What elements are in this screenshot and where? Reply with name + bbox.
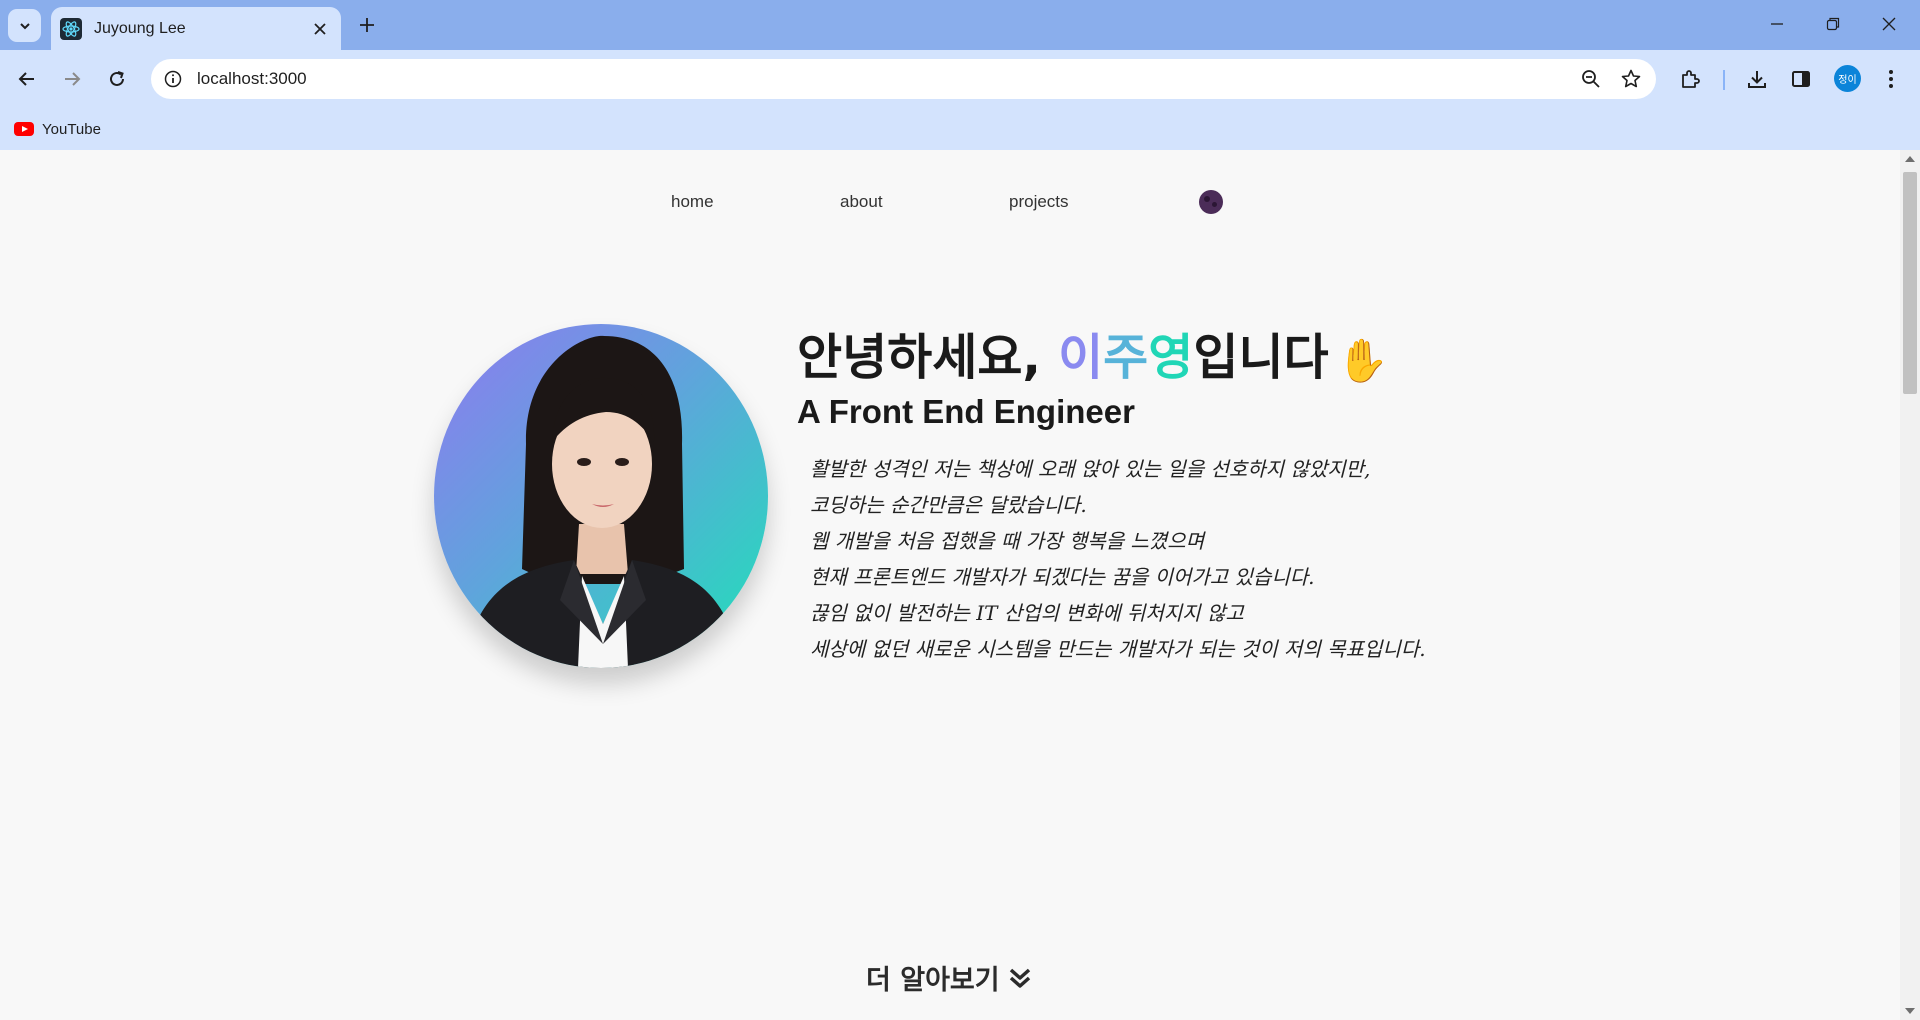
site-nav: home about projects: [0, 188, 1900, 218]
scroll-down-arrow-icon[interactable]: [1905, 1008, 1915, 1014]
url-text[interactable]: localhost:3000: [197, 69, 1574, 89]
double-chevron-down-icon: [1009, 968, 1030, 988]
minimize-icon: [1771, 23, 1783, 25]
back-button[interactable]: [10, 62, 44, 96]
tab-close-button[interactable]: [307, 16, 333, 42]
more-vertical-icon: [1889, 70, 1893, 88]
plus-icon: [360, 18, 374, 32]
puzzle-icon: [1682, 70, 1700, 88]
intro-paragraph: 활발한 성격인 저는 책상에 오래 앉아 있는 일을 선호하지 않았지만, 코딩…: [810, 451, 1426, 667]
address-bar[interactable]: localhost:3000: [151, 59, 1656, 99]
waving-hand-icon: ✋: [1336, 335, 1389, 385]
menu-button[interactable]: [1874, 62, 1908, 96]
learn-more-label: 더 알아보기: [866, 965, 1000, 996]
page-scrollbar[interactable]: [1900, 150, 1920, 1020]
greeting-suffix: 입니다: [1193, 329, 1329, 386]
name-char-2: 주: [1103, 329, 1149, 386]
intro-line: 끊임 없이 발전하는 IT 산업의 변화에 뒤처지지 않고: [810, 600, 1244, 625]
info-icon: [164, 70, 182, 88]
intro-line: 세상에 없던 새로운 시스템을 만드는 개발자가 되는 것이 저의 목표입니다.: [810, 636, 1426, 661]
side-panel-button[interactable]: [1784, 62, 1818, 96]
scrollbar-thumb[interactable]: [1903, 172, 1917, 394]
learn-more-button[interactable]: 더 알아보기: [866, 958, 1032, 997]
name-char-1: 이: [1058, 329, 1104, 386]
bookmark-label: YouTube: [42, 120, 101, 138]
intro-line: 웹 개발을 처음 접했을 때 가장 행복을 느꼈으며: [810, 528, 1205, 553]
greeting-prefix: 안녕하세요,: [797, 329, 1059, 386]
toolbar-divider: [1723, 70, 1725, 90]
download-icon: [1748, 71, 1766, 88]
portrait-illustration: [464, 335, 740, 668]
restore-icon: [1826, 17, 1840, 31]
reload-icon: [110, 71, 124, 86]
extensions-button[interactable]: [1674, 62, 1708, 96]
hero-greeting: 안녕하세요, 이주영입니다 ✋: [797, 324, 1426, 395]
youtube-icon: [14, 122, 34, 136]
bookmarks-bar: YouTube: [0, 108, 1920, 150]
zoom-out-icon: [1582, 70, 1600, 88]
intro-line: 현재 프론트엔드 개발자가 되겠다는 꿈을 이어가고 있습니다.: [810, 564, 1315, 589]
close-icon: [314, 22, 326, 35]
nav-link-about[interactable]: about: [840, 192, 883, 212]
theme-toggle-icon[interactable]: [1199, 190, 1223, 214]
tab-title: Juyoung Lee: [94, 19, 186, 37]
intro-line: 활발한 성격인 저는 책상에 오래 앉아 있는 일을 선호하지 않았지만,: [810, 456, 1371, 481]
back-arrow-icon: [18, 72, 34, 86]
restore-button[interactable]: [1810, 8, 1856, 40]
minimize-button[interactable]: [1754, 8, 1800, 40]
name-char-3: 영: [1148, 329, 1194, 386]
site-info-button[interactable]: [159, 65, 187, 93]
hero-text: 안녕하세요, 이주영입니다 ✋ A Front End Engineer 활발한 …: [797, 324, 1426, 667]
new-tab-button[interactable]: [353, 11, 381, 39]
side-panel-icon: [1792, 71, 1810, 87]
chevron-down-icon: [19, 22, 30, 29]
close-icon: [1882, 17, 1896, 31]
react-icon: [60, 17, 82, 40]
tab-strip: Juyoung Lee: [0, 0, 1920, 50]
intro-line: 코딩하는 순간만큼은 달랐습니다.: [810, 492, 1087, 517]
profile-photo: [434, 324, 768, 668]
scroll-up-arrow-icon[interactable]: [1905, 156, 1915, 162]
bookmark-star-button[interactable]: [1614, 62, 1648, 96]
nav-link-projects[interactable]: projects: [1009, 192, 1069, 212]
downloads-button[interactable]: [1740, 62, 1774, 96]
browser-tab[interactable]: Juyoung Lee: [51, 7, 341, 50]
zoom-button[interactable]: [1574, 62, 1608, 96]
forward-button[interactable]: [55, 62, 89, 96]
tab-search-button[interactable]: [8, 9, 41, 42]
forward-arrow-icon: [65, 72, 81, 86]
star-icon: [1621, 69, 1641, 88]
profile-avatar[interactable]: 정이: [1834, 65, 1861, 92]
bookmark-youtube[interactable]: YouTube: [14, 116, 101, 142]
browser-toolbar: localhost:3000 정이: [0, 50, 1920, 108]
page-content: home about projects 안녕하세요, 이주영입니다 ✋ A Fr…: [0, 150, 1900, 1020]
reload-button[interactable]: [100, 62, 134, 96]
close-window-button[interactable]: [1866, 8, 1912, 40]
browser-chrome: Juyoung Lee localhost:3000 정이 YouTube: [0, 0, 1920, 150]
hero-subtitle: A Front End Engineer: [797, 392, 1135, 430]
nav-link-home[interactable]: home: [671, 192, 714, 212]
